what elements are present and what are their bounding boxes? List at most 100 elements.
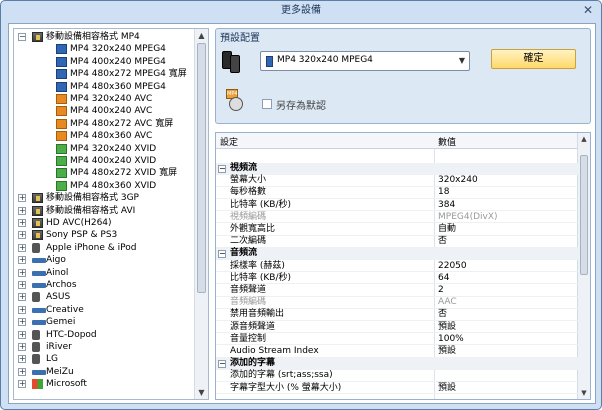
tree-item[interactable]: + LG [14,353,204,366]
expand-icon[interactable]: + [18,355,26,364]
grid-section[interactable]: − 視頻流 [216,163,578,175]
scroll-up-icon[interactable]: ▲ [578,133,590,145]
tree-item[interactable]: + 移動設備相容格式 3GP [14,192,204,205]
setting-value[interactable]: 自動 [438,224,456,236]
grid-row[interactable]: Audio Stream Index 預設 [216,346,578,358]
tree-item[interactable]: MP4 480x360 XVID [14,180,204,193]
setting-name: 比特率 (KB/秒) [230,199,291,210]
grid-scrollbar[interactable]: ▲ ▼ [577,133,590,399]
expand-icon[interactable]: + [18,219,26,227]
expand-icon[interactable]: + [18,330,26,339]
collapse-icon[interactable]: − [218,360,226,369]
chevron-down-icon[interactable]: ▼ [459,56,465,65]
grid-row[interactable]: 採樣率 (赫茲) 22050 [216,261,578,273]
avc-icon [56,106,67,117]
close-button[interactable]: ✕ [581,3,595,17]
grid-row[interactable]: 添加的字幕 (srt;ass;ssa) [216,370,578,382]
preset-select[interactable]: MP4 320x240 MPEG4 ▼ [260,51,470,71]
more-devices-dialog: 更多設備 ✕ ▲ ▼ − 移動設備相容格式 MP4 MP4 320x240 MPEG… [0,0,602,410]
collapse-icon[interactable]: − [218,165,226,173]
tree-item[interactable]: MP4 400x240 XVID [14,155,204,168]
tree-item[interactable]: + HD AVC(H264) [14,217,204,230]
setting-value[interactable]: 否 [438,236,447,248]
setting-value[interactable]: 2 [438,285,444,297]
tree-item[interactable]: − 移動設備相容格式 MP4 [14,31,204,44]
grid-row[interactable]: 字幕字型大小 (% 螢幕大小) 預設 [216,383,578,395]
tree-item-label: LG [46,354,58,365]
grid-row[interactable]: 音頻編碼 AAC [216,297,578,309]
tree-item[interactable]: MP4 320x240 AVC [14,93,204,106]
setting-value[interactable]: 22050 [438,261,467,273]
ok-button[interactable]: 確定 [491,49,576,69]
tree-item[interactable]: + 移動設備相容格式 AVI [14,205,204,218]
setting-value[interactable]: 100% [438,334,464,346]
save-default-label[interactable]: 另存為默認 [276,97,326,112]
film-icon [32,32,43,42]
tree-item[interactable]: MP4 400x240 AVC [14,105,204,118]
player-icon [32,320,46,326]
setting-value[interactable]: 預設 [438,383,456,395]
tree-item[interactable]: + Creative [14,304,204,317]
expand-icon[interactable]: + [18,256,26,265]
grid-row[interactable]: 音量控制 100% [216,334,578,346]
tree-item[interactable]: + Aigo [14,254,204,267]
tree-item[interactable]: MP4 480x272 AVC 寬屏 [14,118,204,131]
tree-item[interactable]: MP4 320x240 MPEG4 [14,43,204,56]
collapse-icon[interactable]: − [18,33,26,41]
expand-icon[interactable]: + [18,231,26,240]
grid-section[interactable]: − 添加的字幕 [216,358,578,370]
setting-value[interactable]: 否 [438,309,447,321]
grid-row[interactable]: 源音頻聲道 預設 [216,322,578,334]
tree-item[interactable]: + Ainol [14,267,204,280]
grid-row[interactable]: 外觀寬高比 自動 [216,224,578,236]
tree-item[interactable]: + Apple iPhone & iPod [14,242,204,255]
tree-item[interactable]: MP4 480x272 XVID 寬屏 [14,167,204,180]
tree-item[interactable]: + Microsoft [14,378,204,391]
tree-item[interactable]: MP4 480x272 MPEG4 寬屏 [14,68,204,81]
setting-value[interactable]: 64 [438,273,449,285]
tree-item[interactable]: + Sony PSP & PS3 [14,229,204,242]
expand-icon[interactable]: + [18,243,26,252]
setting-name: 比特率 (KB/秒) [230,272,291,283]
expand-icon[interactable]: + [18,318,26,327]
tree-item[interactable]: + MeiZu [14,366,204,379]
setting-value[interactable]: AAC [438,297,457,309]
expand-icon[interactable]: + [18,305,26,314]
tree-item[interactable]: MP4 480x360 MPEG4 [14,81,204,94]
tree-item[interactable]: MP4 320x240 XVID [14,143,204,156]
tree-item[interactable]: + HTC-Dopod [14,329,204,342]
save-default-checkbox[interactable] [262,99,272,109]
grid-section[interactable]: − 音頻流 [216,248,578,260]
expand-icon[interactable]: + [18,367,26,376]
expand-icon[interactable]: + [18,293,26,302]
setting-value[interactable]: 預設 [438,346,456,358]
setting-value[interactable]: 320x240 [438,175,478,187]
grid-row[interactable]: 每秒格數 18 [216,187,578,199]
expand-icon[interactable]: + [18,268,26,277]
expand-icon[interactable]: + [18,343,26,351]
grid-row[interactable]: 視頻編碼 MPEG4(DivX) [216,212,578,224]
tree-item[interactable]: + iRiver [14,341,204,354]
setting-value[interactable]: 384 [438,200,455,212]
setting-value[interactable]: MPEG4(DivX) [438,212,498,224]
grid-row[interactable]: 螢幕大小 320x240 [216,175,578,187]
tree-item[interactable]: + ASUS [14,291,204,304]
tree-item[interactable]: + Archos [14,279,204,292]
tree-item[interactable]: MP4 400x240 MPEG4 [14,56,204,69]
grid-row[interactable]: 音頻聲道 2 [216,285,578,297]
setting-value[interactable]: 18 [438,187,449,199]
tree-item[interactable]: MP4 480x360 AVC [14,130,204,143]
expand-icon[interactable]: + [18,380,26,389]
grid-row[interactable]: 二次編碼 否 [216,236,578,248]
setting-value[interactable]: 預設 [438,322,456,334]
expand-icon[interactable]: + [18,281,26,289]
scroll-down-icon[interactable]: ▼ [578,387,590,399]
scroll-thumb[interactable] [580,155,588,275]
expand-icon[interactable]: + [18,194,26,203]
tree-item[interactable]: + Gemei [14,316,204,329]
grid-row[interactable]: 比特率 (KB/秒) 384 [216,200,578,212]
expand-icon[interactable]: + [18,206,26,215]
grid-row[interactable]: 禁用音頻輸出 否 [216,309,578,321]
collapse-icon[interactable]: − [218,250,226,259]
grid-row[interactable]: 比特率 (KB/秒) 64 [216,273,578,285]
